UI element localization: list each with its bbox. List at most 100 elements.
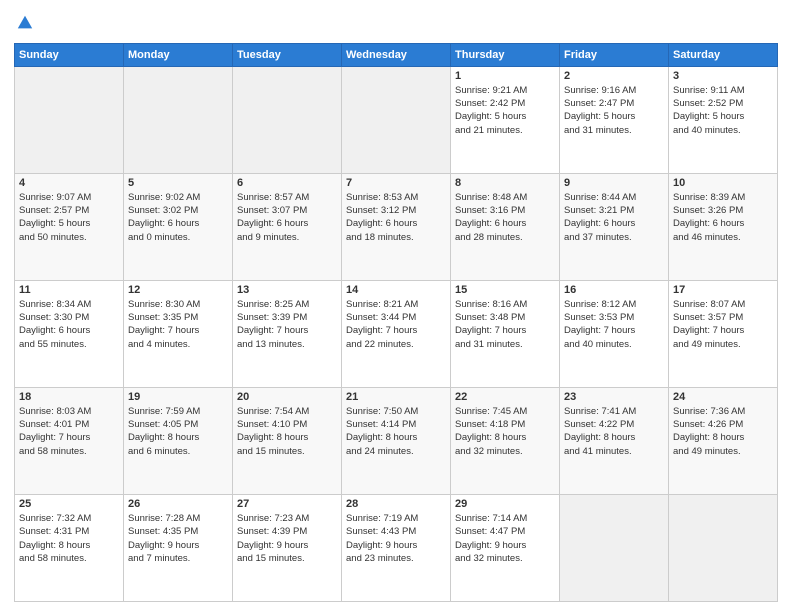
cell-info: Daylight: 8 hours xyxy=(564,431,664,444)
calendar-cell: 16Sunrise: 8:12 AMSunset: 3:53 PMDayligh… xyxy=(560,280,669,387)
day-number: 24 xyxy=(673,391,773,403)
cell-info: Sunrise: 7:41 AM xyxy=(564,405,664,418)
calendar-day-header: Wednesday xyxy=(342,43,451,66)
calendar-cell: 25Sunrise: 7:32 AMSunset: 4:31 PMDayligh… xyxy=(15,494,124,601)
day-number: 3 xyxy=(673,70,773,82)
cell-info: Sunrise: 7:59 AM xyxy=(128,405,228,418)
cell-info: Sunset: 3:16 PM xyxy=(455,204,555,217)
cell-info: Daylight: 6 hours xyxy=(346,217,446,230)
cell-info: Sunrise: 8:34 AM xyxy=(19,298,119,311)
cell-info: Sunset: 4:43 PM xyxy=(346,525,446,538)
calendar-cell: 21Sunrise: 7:50 AMSunset: 4:14 PMDayligh… xyxy=(342,387,451,494)
cell-info: Sunset: 2:42 PM xyxy=(455,97,555,110)
calendar-cell: 8Sunrise: 8:48 AMSunset: 3:16 PMDaylight… xyxy=(451,173,560,280)
calendar-week-row: 25Sunrise: 7:32 AMSunset: 4:31 PMDayligh… xyxy=(15,494,778,601)
day-number: 8 xyxy=(455,177,555,189)
day-number: 22 xyxy=(455,391,555,403)
cell-info: and 24 minutes. xyxy=(346,445,446,458)
cell-info: Sunrise: 8:30 AM xyxy=(128,298,228,311)
calendar-day-header: Tuesday xyxy=(233,43,342,66)
cell-info: and 58 minutes. xyxy=(19,445,119,458)
cell-info: Sunset: 3:30 PM xyxy=(19,311,119,324)
cell-info: Sunset: 3:39 PM xyxy=(237,311,337,324)
calendar-cell: 1Sunrise: 9:21 AMSunset: 2:42 PMDaylight… xyxy=(451,66,560,173)
cell-info: and 31 minutes. xyxy=(564,124,664,137)
calendar-day-header: Sunday xyxy=(15,43,124,66)
day-number: 7 xyxy=(346,177,446,189)
cell-info: and 15 minutes. xyxy=(237,552,337,565)
day-number: 28 xyxy=(346,498,446,510)
calendar-cell: 12Sunrise: 8:30 AMSunset: 3:35 PMDayligh… xyxy=(124,280,233,387)
calendar-cell: 13Sunrise: 8:25 AMSunset: 3:39 PMDayligh… xyxy=(233,280,342,387)
cell-info: Daylight: 5 hours xyxy=(19,217,119,230)
cell-info: Daylight: 7 hours xyxy=(19,431,119,444)
cell-info: Sunrise: 8:25 AM xyxy=(237,298,337,311)
cell-info: Sunrise: 8:57 AM xyxy=(237,191,337,204)
day-number: 10 xyxy=(673,177,773,189)
cell-info: Daylight: 8 hours xyxy=(237,431,337,444)
cell-info: Daylight: 6 hours xyxy=(19,324,119,337)
cell-info: and 7 minutes. xyxy=(128,552,228,565)
cell-info: Sunrise: 8:16 AM xyxy=(455,298,555,311)
day-number: 15 xyxy=(455,284,555,296)
cell-info: Daylight: 8 hours xyxy=(673,431,773,444)
calendar-cell: 27Sunrise: 7:23 AMSunset: 4:39 PMDayligh… xyxy=(233,494,342,601)
calendar-cell: 10Sunrise: 8:39 AMSunset: 3:26 PMDayligh… xyxy=(669,173,778,280)
cell-info: and 28 minutes. xyxy=(455,231,555,244)
calendar-cell: 20Sunrise: 7:54 AMSunset: 4:10 PMDayligh… xyxy=(233,387,342,494)
calendar-cell: 9Sunrise: 8:44 AMSunset: 3:21 PMDaylight… xyxy=(560,173,669,280)
calendar-cell xyxy=(669,494,778,601)
cell-info: and 32 minutes. xyxy=(455,552,555,565)
calendar-week-row: 18Sunrise: 8:03 AMSunset: 4:01 PMDayligh… xyxy=(15,387,778,494)
day-number: 26 xyxy=(128,498,228,510)
cell-info: and 41 minutes. xyxy=(564,445,664,458)
cell-info: Sunset: 4:18 PM xyxy=(455,418,555,431)
cell-info: Sunset: 3:44 PM xyxy=(346,311,446,324)
cell-info: and 4 minutes. xyxy=(128,338,228,351)
day-number: 9 xyxy=(564,177,664,189)
cell-info: Daylight: 9 hours xyxy=(455,539,555,552)
cell-info: Daylight: 9 hours xyxy=(128,539,228,552)
cell-info: Daylight: 6 hours xyxy=(673,217,773,230)
cell-info: Daylight: 7 hours xyxy=(346,324,446,337)
calendar-week-row: 1Sunrise: 9:21 AMSunset: 2:42 PMDaylight… xyxy=(15,66,778,173)
cell-info: Daylight: 6 hours xyxy=(237,217,337,230)
cell-info: Sunrise: 9:16 AM xyxy=(564,84,664,97)
cell-info: Daylight: 5 hours xyxy=(455,110,555,123)
cell-info: Sunset: 2:47 PM xyxy=(564,97,664,110)
day-number: 6 xyxy=(237,177,337,189)
cell-info: Daylight: 8 hours xyxy=(128,431,228,444)
day-number: 2 xyxy=(564,70,664,82)
calendar-cell xyxy=(124,66,233,173)
day-number: 21 xyxy=(346,391,446,403)
cell-info: Sunrise: 9:02 AM xyxy=(128,191,228,204)
cell-info: Sunset: 4:35 PM xyxy=(128,525,228,538)
calendar-cell: 7Sunrise: 8:53 AMSunset: 3:12 PMDaylight… xyxy=(342,173,451,280)
cell-info: Daylight: 7 hours xyxy=(237,324,337,337)
cell-info: Sunset: 4:10 PM xyxy=(237,418,337,431)
cell-info: and 13 minutes. xyxy=(237,338,337,351)
cell-info: Sunset: 3:07 PM xyxy=(237,204,337,217)
cell-info: and 32 minutes. xyxy=(455,445,555,458)
cell-info: Daylight: 7 hours xyxy=(673,324,773,337)
day-number: 14 xyxy=(346,284,446,296)
calendar-cell: 5Sunrise: 9:02 AMSunset: 3:02 PMDaylight… xyxy=(124,173,233,280)
day-number: 29 xyxy=(455,498,555,510)
cell-info: Daylight: 9 hours xyxy=(346,539,446,552)
calendar-day-header: Saturday xyxy=(669,43,778,66)
calendar-cell: 24Sunrise: 7:36 AMSunset: 4:26 PMDayligh… xyxy=(669,387,778,494)
cell-info: and 46 minutes. xyxy=(673,231,773,244)
cell-info: Sunrise: 8:48 AM xyxy=(455,191,555,204)
day-number: 1 xyxy=(455,70,555,82)
cell-info: and 49 minutes. xyxy=(673,338,773,351)
cell-info: Daylight: 8 hours xyxy=(19,539,119,552)
cell-info: and 50 minutes. xyxy=(19,231,119,244)
cell-info: and 9 minutes. xyxy=(237,231,337,244)
calendar-week-row: 11Sunrise: 8:34 AMSunset: 3:30 PMDayligh… xyxy=(15,280,778,387)
cell-info: Sunset: 3:57 PM xyxy=(673,311,773,324)
cell-info: Sunset: 3:02 PM xyxy=(128,204,228,217)
calendar-day-header: Thursday xyxy=(451,43,560,66)
calendar-cell: 11Sunrise: 8:34 AMSunset: 3:30 PMDayligh… xyxy=(15,280,124,387)
header xyxy=(14,10,778,37)
cell-info: Sunrise: 7:45 AM xyxy=(455,405,555,418)
